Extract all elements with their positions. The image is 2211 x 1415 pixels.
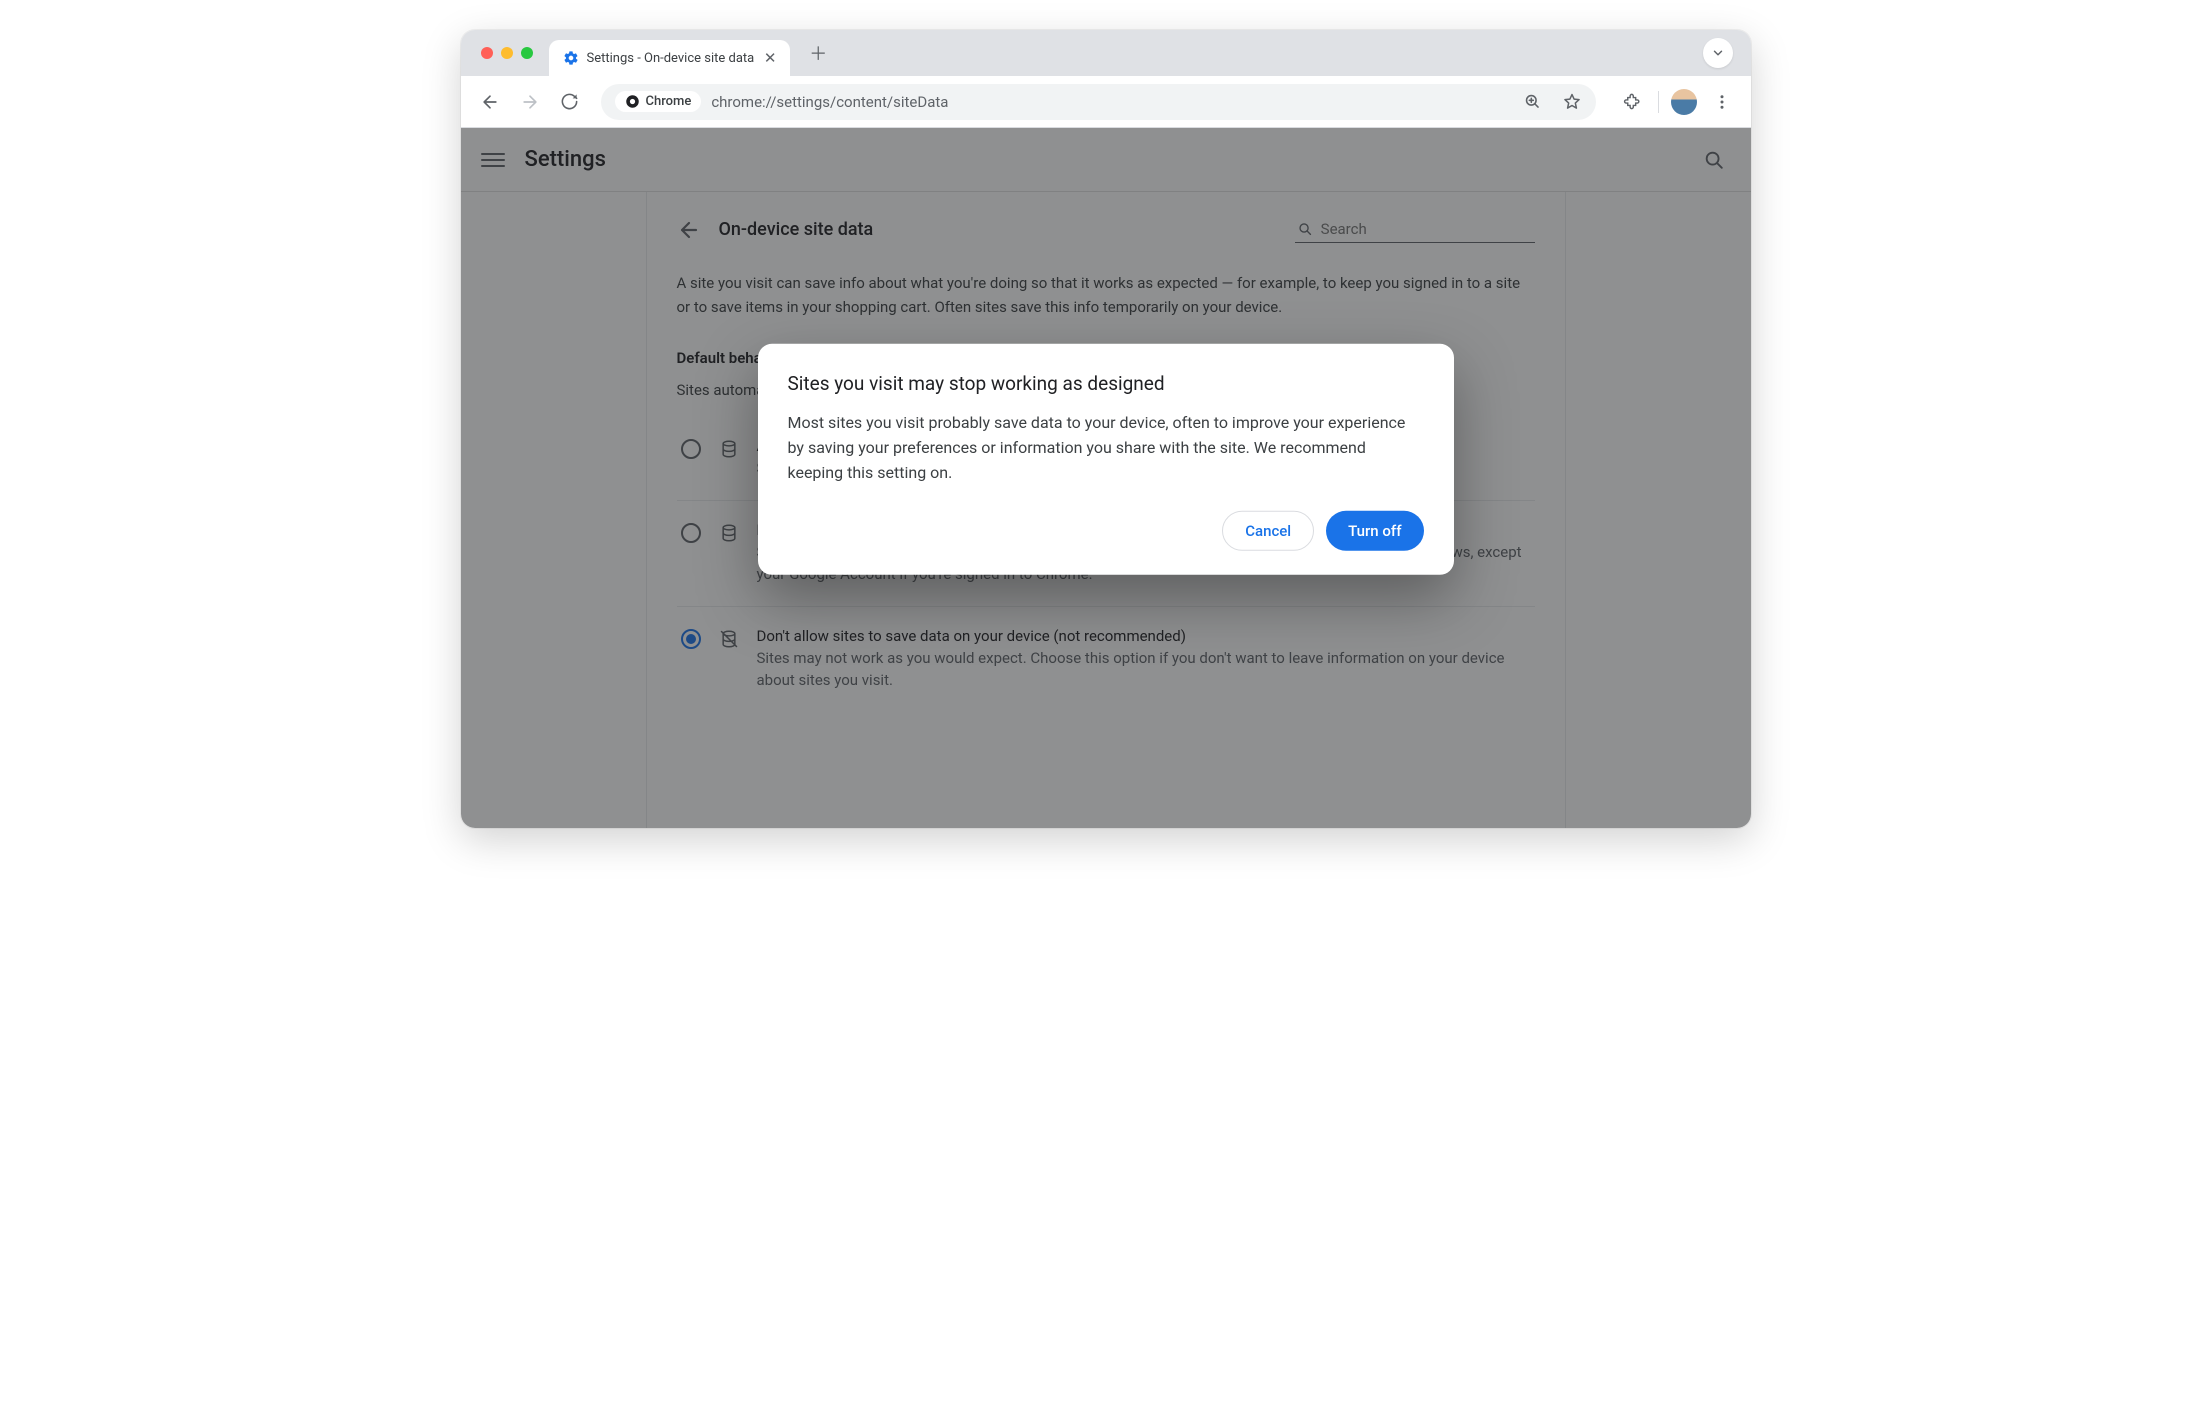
site-chip-label: Chrome [646,94,692,109]
reload-icon [560,92,579,111]
window-controls[interactable] [481,47,533,59]
chrome-logo-icon [625,94,640,109]
url-text: chrome://settings/content/siteData [711,93,948,111]
settings-gear-icon [563,50,579,66]
dialog-body: Most sites you visit probably save data … [788,411,1424,485]
arrow-right-icon [520,92,540,112]
chevron-down-icon [1711,46,1725,60]
avatar-icon [1671,89,1697,115]
nav-back-button[interactable] [473,85,507,119]
dialog-title: Sites you visit may stop working as desi… [788,372,1424,395]
close-tab-icon[interactable]: ✕ [762,50,778,66]
nav-forward-button [513,85,547,119]
dots-vertical-icon [1713,93,1731,111]
profile-avatar[interactable] [1667,85,1701,119]
confirm-dialog: Sites you visit may stop working as desi… [758,344,1454,575]
browser-window: Settings - On-device site data ✕ ＋ Chrom… [461,30,1751,828]
reload-button[interactable] [553,85,587,119]
arrow-left-icon [480,92,500,112]
close-window-icon[interactable] [481,47,493,59]
tab-list-dropdown[interactable] [1703,38,1733,68]
zoom-icon[interactable] [1523,92,1542,111]
tab-title: Settings - On-device site data [587,51,755,66]
cancel-button[interactable]: Cancel [1222,511,1314,551]
browser-tab[interactable]: Settings - On-device site data ✕ [549,40,791,76]
tab-strip: Settings - On-device site data ✕ ＋ [461,30,1751,76]
browser-toolbar: Chrome chrome://settings/content/siteDat… [461,76,1751,128]
maximize-window-icon[interactable] [521,47,533,59]
address-bar[interactable]: Chrome chrome://settings/content/siteDat… [601,84,1596,120]
minimize-window-icon[interactable] [501,47,513,59]
new-tab-button[interactable]: ＋ [804,39,832,67]
extensions-button[interactable] [1616,85,1650,119]
bookmark-star-icon[interactable] [1562,92,1582,112]
toolbar-divider [1658,91,1659,113]
site-chip[interactable]: Chrome [615,91,702,112]
turn-off-button[interactable]: Turn off [1326,511,1423,551]
chrome-menu-button[interactable] [1705,85,1739,119]
puzzle-icon [1623,92,1642,111]
